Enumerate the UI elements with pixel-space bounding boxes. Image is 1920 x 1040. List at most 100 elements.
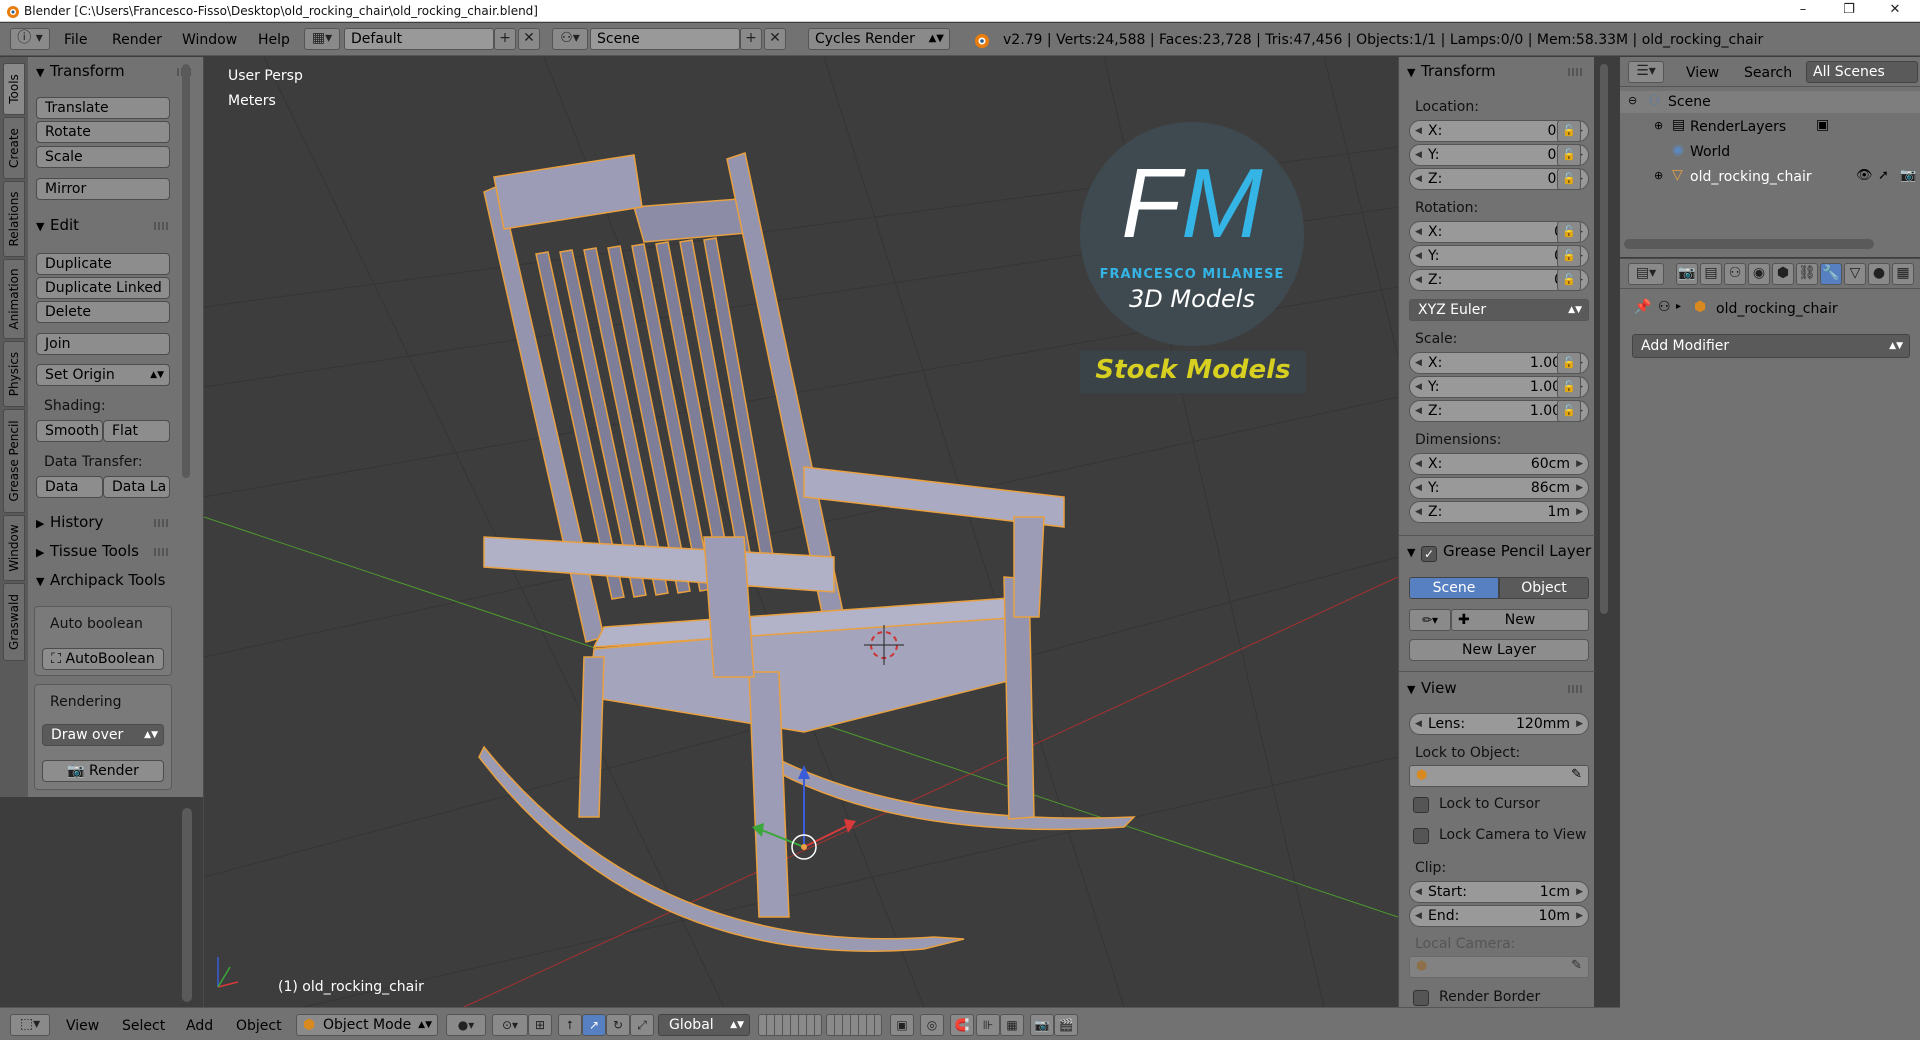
set-origin-select[interactable]: Set Origin ▲▼ <box>36 364 170 386</box>
remove-scene-icon[interactable]: ✕ <box>764 28 786 50</box>
mode-select[interactable]: ⬢ Object Mode ▲▼ <box>296 1014 438 1036</box>
outliner-renderlayers-label[interactable]: RenderLayers <box>1690 119 1786 135</box>
scene-tab-icon[interactable]: ⚇ <box>1724 263 1746 285</box>
tab-tools[interactable]: Tools <box>3 63 25 115</box>
enable-checkbox[interactable]: ✓ <box>1421 546 1437 562</box>
decrement-icon[interactable]: ◀ <box>1415 145 1422 165</box>
duplicate-linked-button[interactable]: Duplicate Linked <box>36 277 170 299</box>
texture-tab-icon[interactable]: ▦ <box>1892 263 1914 285</box>
lock-icon[interactable]: 🔓 <box>1557 144 1581 166</box>
duplicate-button[interactable]: Duplicate <box>36 253 170 275</box>
panel-grip-icon[interactable] <box>154 519 170 527</box>
delete-button[interactable]: Delete <box>36 301 170 323</box>
rotate-mode-icon[interactable]: ↻ <box>606 1014 630 1036</box>
scale-button[interactable]: Scale <box>36 146 170 168</box>
draw-over-select[interactable]: Draw over ▲▼ <box>42 724 164 746</box>
rotation-mode-select[interactable]: XYZ Euler ▲▼ <box>1409 299 1589 321</box>
render-tab-icon[interactable]: 📷 <box>1676 263 1698 285</box>
decrement-icon[interactable]: ◀ <box>1415 353 1422 373</box>
scene-field[interactable]: Scene <box>590 28 740 50</box>
lock-icon[interactable]: 🔓 <box>1557 400 1581 422</box>
lock-icon[interactable]: 🔓 <box>1557 376 1581 398</box>
render-border-checkbox[interactable] <box>1413 990 1429 1006</box>
minimize-button[interactable]: – <box>1780 0 1826 22</box>
lock-object-field[interactable]: ⬢ ✎ <box>1409 765 1589 787</box>
tab-graswald[interactable]: Graswald <box>3 583 25 661</box>
panel-grip-icon[interactable] <box>154 222 170 230</box>
render-button[interactable]: 📷 Render <box>42 760 164 782</box>
decrement-icon[interactable]: ◀ <box>1415 478 1422 498</box>
lock-layers-icon[interactable]: ▣ <box>890 1014 914 1036</box>
render-layers-tab-icon[interactable]: ▤ <box>1700 263 1722 285</box>
3d-viewport[interactable]: User Persp Meters (1) old_rocking_chair … <box>204 57 1398 1007</box>
data-tab-icon[interactable]: ▽ <box>1844 263 1866 285</box>
lock-icon[interactable]: 🔓 <box>1557 245 1581 267</box>
decrement-icon[interactable]: ◀ <box>1415 270 1422 290</box>
render-opengl-icon[interactable]: 📷 <box>1030 1014 1054 1036</box>
scene-icon[interactable]: ⚇▾ <box>552 28 588 50</box>
lens-field[interactable]: ◀ Lens: 120mm ▶ <box>1409 713 1589 735</box>
increment-icon[interactable]: ▶ <box>1576 906 1583 926</box>
grease-pencil-layer-panel-header[interactable]: ▼ ✓ Grease Pencil Layer <box>1407 542 1591 562</box>
lock-to-cursor-checkbox[interactable] <box>1413 797 1429 813</box>
decrement-icon[interactable]: ◀ <box>1415 906 1422 926</box>
scene-layers-row1[interactable] <box>758 1014 822 1036</box>
world-tab-icon[interactable]: ◉ <box>1748 263 1770 285</box>
view-panel-header[interactable]: ▼ View <box>1407 679 1457 697</box>
menu-window[interactable]: Window <box>182 32 237 48</box>
operator-scrollbar[interactable] <box>182 808 192 1002</box>
gp-new-layer-button[interactable]: New Layer <box>1409 639 1589 661</box>
scale-mode-icon[interactable]: ⤢ <box>630 1014 654 1036</box>
decrement-icon[interactable]: ◀ <box>1415 882 1422 902</box>
render-engine-select[interactable]: Cycles Render ▲▼ <box>808 28 950 50</box>
material-tab-icon[interactable]: ● <box>1868 263 1890 285</box>
translate-manipulator-icon[interactable]: ⭡ <box>558 1014 582 1036</box>
outliner-row-scene[interactable] <box>1620 91 1920 113</box>
archipack-panel-header[interactable]: ▼ Archipack Tools <box>36 571 168 589</box>
panel-grip-icon[interactable] <box>1568 68 1584 76</box>
lock-icon[interactable]: 🔓 <box>1557 221 1581 243</box>
add-screen-icon[interactable]: + <box>494 28 516 50</box>
render-animation-icon[interactable]: 🎬 <box>1054 1014 1078 1036</box>
clip-start-field[interactable]: ◀ Start: 1cm ▶ <box>1409 881 1589 903</box>
autoboolean-button[interactable]: ⛶ AutoBoolean <box>42 648 164 670</box>
lock-icon[interactable]: 🔓 <box>1557 120 1581 142</box>
panel-grip-icon[interactable] <box>1568 685 1584 693</box>
decrement-icon[interactable]: ◀ <box>1415 502 1422 522</box>
decrement-icon[interactable]: ◀ <box>1415 121 1422 141</box>
history-panel-header[interactable]: ▶ History <box>36 513 103 531</box>
pin-icon[interactable]: 📌 <box>1634 299 1651 315</box>
snap-target-icon[interactable]: ▦ <box>1000 1014 1024 1036</box>
expand-toggle-icon[interactable]: ⊕ <box>1654 119 1663 132</box>
decrement-icon[interactable]: ◀ <box>1415 169 1422 189</box>
decrement-icon[interactable]: ◀ <box>1415 454 1422 474</box>
panel-grip-icon[interactable] <box>154 548 170 556</box>
visibility-eye-icon[interactable]: 👁 <box>1856 168 1873 183</box>
properties-region-scrollbar[interactable] <box>1600 64 1608 614</box>
menu-file[interactable]: File <box>64 32 87 48</box>
tab-relations[interactable]: Relations <box>3 181 25 257</box>
outliner-menu-search[interactable]: Search <box>1744 65 1792 81</box>
increment-icon[interactable]: ▶ <box>1576 478 1583 498</box>
tab-window[interactable]: Window <box>3 515 25 581</box>
translate-mode-icon[interactable]: ↗ <box>582 1014 606 1036</box>
eyedropper-icon[interactable]: ✎ <box>1571 767 1582 782</box>
dimensions-x-field[interactable]: ◀ X: 60cm ▶ <box>1409 453 1589 475</box>
rotate-button[interactable]: Rotate <box>36 121 170 143</box>
increment-icon[interactable]: ▶ <box>1576 502 1583 522</box>
editor-type-outliner-icon[interactable]: ☰▾ <box>1628 61 1664 83</box>
increment-icon[interactable]: ▶ <box>1576 882 1583 902</box>
viewport-shading-icon[interactable]: ●▾ <box>446 1014 486 1036</box>
decrement-icon[interactable]: ◀ <box>1415 401 1422 421</box>
clip-end-field[interactable]: ◀ End: 10m ▶ <box>1409 905 1589 927</box>
outliner-horizontal-scrollbar[interactable] <box>1624 239 1874 249</box>
menu-render[interactable]: Render <box>112 32 162 48</box>
manipulator-toggle-icon[interactable]: ⊞ <box>528 1014 552 1036</box>
outliner-object-label[interactable]: old_rocking_chair <box>1690 169 1812 185</box>
lock-icon[interactable]: 🔓 <box>1557 168 1581 190</box>
lock-camera-checkbox[interactable] <box>1413 828 1429 844</box>
outliner-menu-view[interactable]: View <box>1686 65 1719 81</box>
collapse-toggle-icon[interactable]: ⊖ <box>1628 94 1637 107</box>
decrement-icon[interactable]: ◀ <box>1415 222 1422 242</box>
menu-help[interactable]: Help <box>258 32 290 48</box>
